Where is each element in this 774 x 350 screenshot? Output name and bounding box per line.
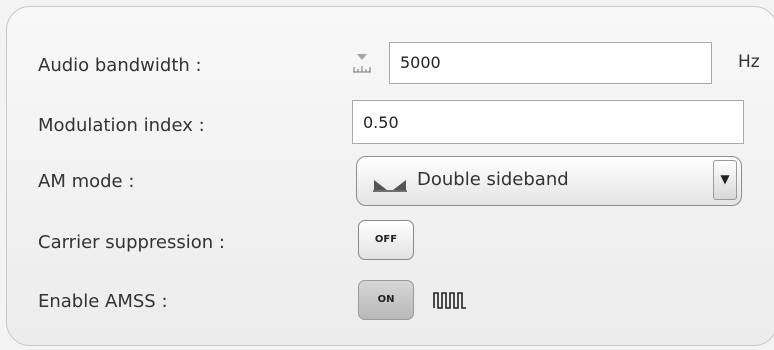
am-mode-selected: Double sideband bbox=[417, 169, 569, 190]
enable-amss-toggle[interactable]: ON bbox=[358, 280, 414, 320]
modulation-index-label: Modulation index : bbox=[38, 115, 205, 136]
pulse-train-icon bbox=[433, 292, 466, 309]
am-mode-label: AM mode : bbox=[38, 171, 135, 192]
chevron-down-icon: ▼ bbox=[720, 172, 730, 186]
modulation-index-input[interactable]: 0.50 bbox=[352, 100, 744, 144]
audio-bandwidth-unit: Hz bbox=[738, 52, 760, 72]
audio-bandwidth-input[interactable]: 5000 bbox=[389, 42, 712, 84]
audio-bandwidth-label: Audio bandwidth : bbox=[38, 55, 202, 76]
enable-amss-label: Enable AMSS : bbox=[38, 291, 168, 312]
am-mode-select[interactable]: Double sideband ▼ bbox=[356, 156, 742, 206]
carrier-suppression-label: Carrier suppression : bbox=[38, 232, 225, 253]
carrier-suppression-toggle[interactable]: OFF bbox=[358, 220, 414, 260]
double-sideband-icon bbox=[373, 180, 407, 192]
am-mode-dropdown-button[interactable]: ▼ bbox=[713, 160, 737, 200]
spin-scale-icon[interactable] bbox=[352, 52, 372, 74]
